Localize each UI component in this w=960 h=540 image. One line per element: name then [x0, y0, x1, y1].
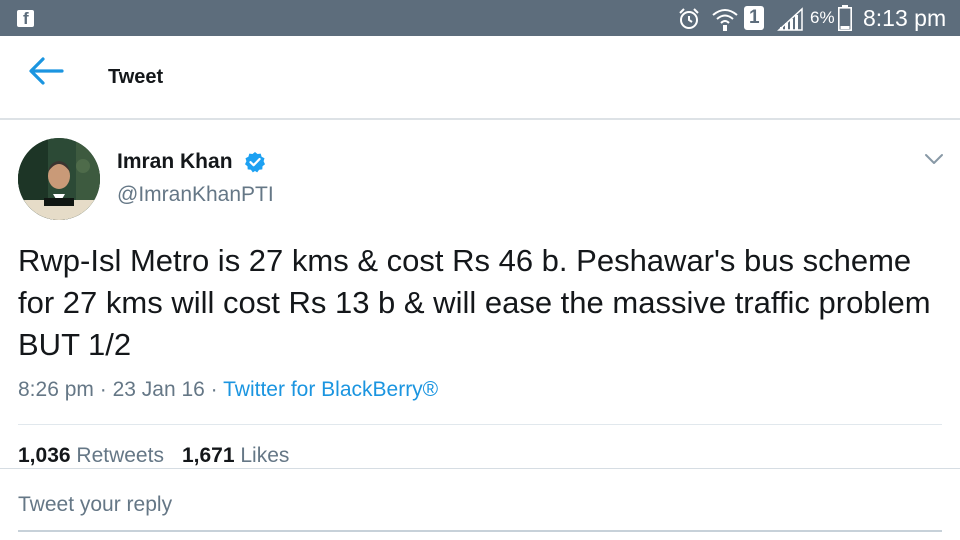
tweet-meta: 8:26 pm · 23 Jan 16 · Twitter for BlackB…	[18, 378, 438, 402]
status-bar: f 1 6% 8:13 pm	[0, 0, 960, 36]
tweet-date: 23 Jan 16	[112, 378, 205, 401]
author-handle[interactable]: @ImranKhanPTI	[117, 183, 274, 207]
status-time: 8:13 pm	[863, 5, 947, 31]
sim-slot-number: 1	[749, 7, 760, 28]
retweets-label: Retweets	[76, 444, 164, 467]
likes-stat[interactable]: 1,671 Likes	[182, 444, 289, 467]
reply-input[interactable]: Tweet your reply	[18, 493, 172, 517]
avatar-image	[18, 138, 100, 220]
chevron-down-icon[interactable]	[924, 152, 944, 166]
page-title: Tweet	[108, 66, 164, 88]
tweet-source-link[interactable]: Twitter for BlackBerry®	[223, 378, 438, 401]
facebook-icon: f	[17, 9, 34, 28]
reply-bar: Tweet your reply	[0, 468, 960, 540]
avatar[interactable]	[18, 138, 100, 220]
likes-count: 1,671	[181, 444, 235, 467]
battery-percent: 6%	[810, 8, 835, 27]
meta-separator-2: ·	[210, 378, 218, 401]
retweets-count: 1,036	[18, 444, 71, 467]
author-name[interactable]: Imran Khan	[117, 150, 233, 174]
app-header: Tweet	[0, 36, 960, 120]
retweets-stat[interactable]: 1,036 Retweets	[18, 444, 164, 467]
sim-slot-badge: 1	[744, 6, 764, 30]
wifi-icon	[712, 9, 738, 31]
reply-input-underline	[18, 530, 942, 532]
tweet-text: Rwp-Isl Metro is 27 kms & cost Rs 46 b. …	[18, 243, 931, 362]
divider	[18, 424, 942, 425]
battery-icon	[838, 5, 852, 31]
tweet-time: 8:26 pm	[18, 378, 94, 401]
arrow-left-icon	[29, 57, 64, 85]
back-button[interactable]	[26, 54, 70, 90]
signal-icon	[777, 7, 803, 31]
alarm-icon	[679, 8, 699, 29]
verified-badge-icon	[245, 152, 265, 173]
likes-label: Likes	[240, 444, 290, 467]
meta-separator: ·	[99, 378, 107, 401]
tweet-stats: 1,036 Retweets 1,671 Likes	[18, 444, 289, 468]
